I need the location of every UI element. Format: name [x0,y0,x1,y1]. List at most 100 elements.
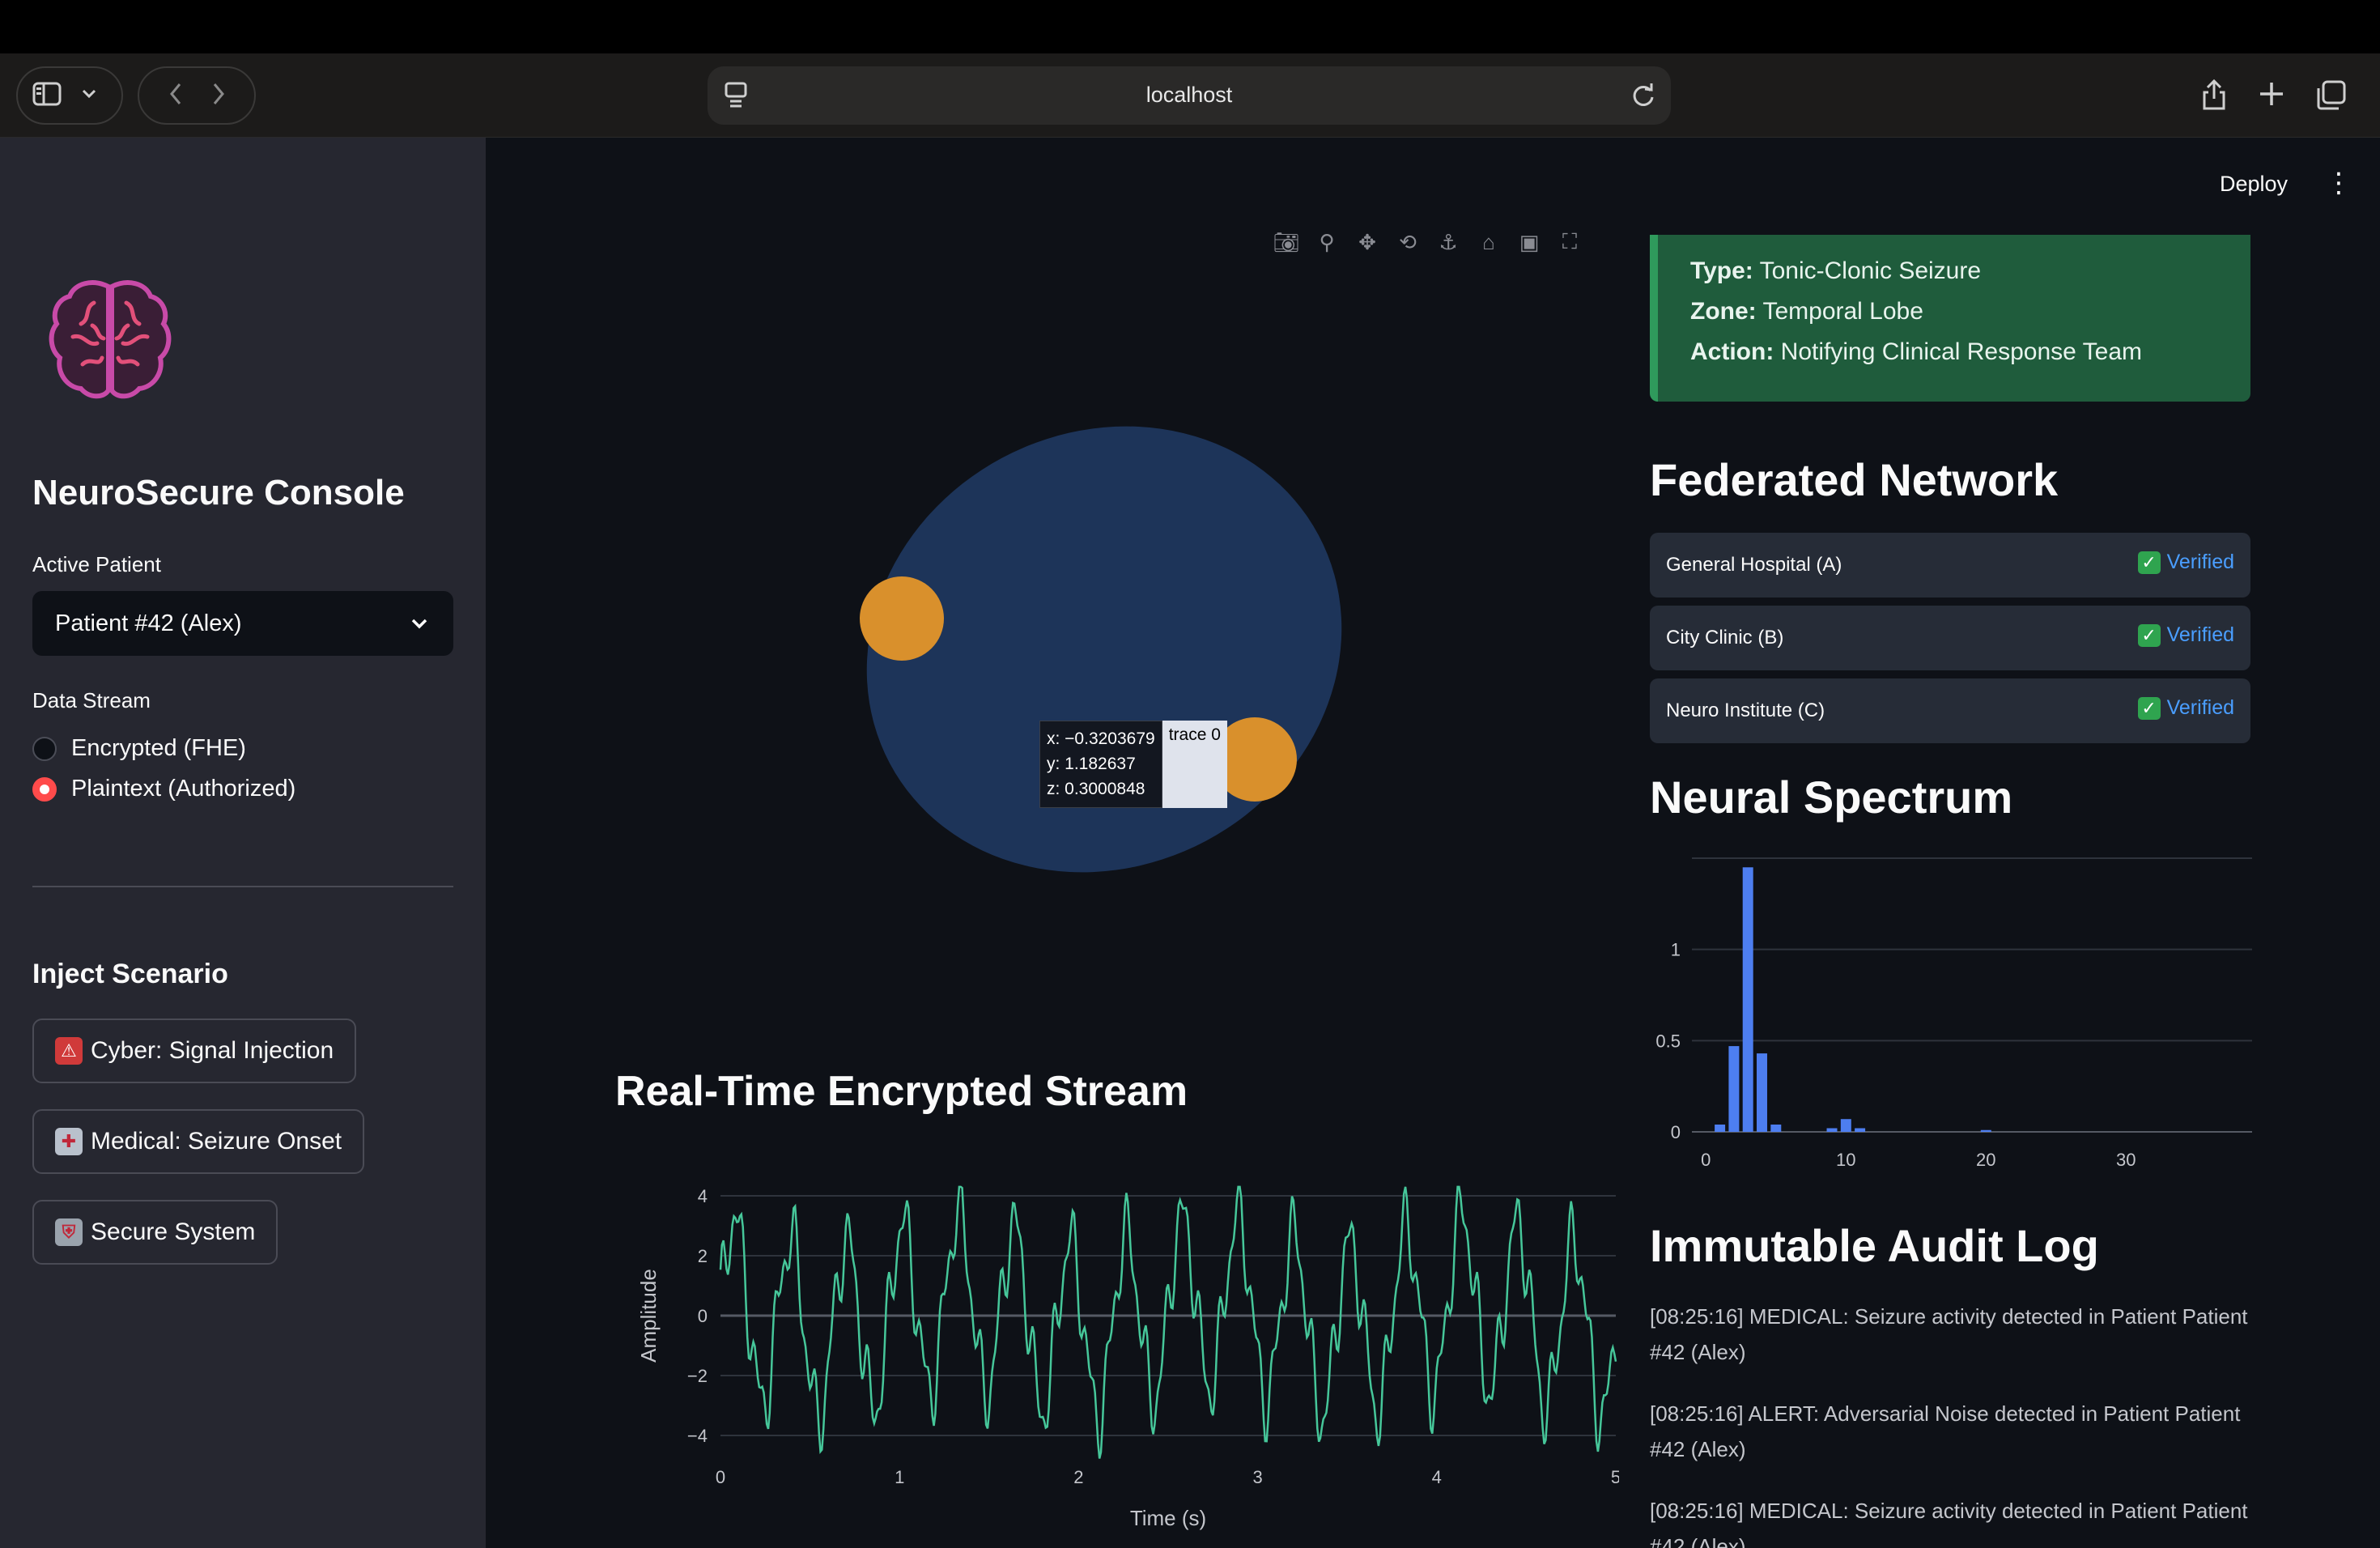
orbit-rotate-icon[interactable]: ⟲ [1394,228,1422,256]
forward-icon[interactable] [210,81,227,111]
radio-plaintext[interactable]: Plaintext (Authorized) [32,776,295,802]
alert-zone-row: Zone: Temporal Lobe [1690,298,1923,325]
radio-label: Encrypted (FHE) [71,735,246,761]
check-icon: ✓ [2137,551,2161,574]
network-title: Federated Network [1650,454,2059,505]
y-tick-label: 1 [1671,940,1681,960]
url-text[interactable]: localhost [708,83,1671,108]
x-tick-label: 5 [1611,1467,1619,1487]
x-tick-label: 2 [1073,1467,1083,1487]
spectrum-bar [1715,1124,1726,1132]
plot-tooltip: x: −0.3203679 y: 1.182637 z: 0.3000848 t… [1039,721,1227,808]
button-label: Secure System [91,1218,256,1245]
zoom-icon[interactable]: ⚲ [1313,228,1341,256]
neural-spectrum-chart[interactable]: 1 0.5 00 10 20 30 [1635,842,2267,1182]
brain-logo-icon [45,275,175,405]
electrode-marker[interactable] [860,576,944,661]
new-tab-icon[interactable] [2257,79,2286,113]
x-tick-label: 4 [1432,1467,1442,1487]
tab-overview-icon[interactable] [2315,79,2348,116]
button-label: Cyber: Signal Injection [91,1037,334,1064]
spectrum-bar [1742,867,1753,1132]
pan-icon[interactable]: ✥ [1354,228,1381,256]
tooltip-y: y: 1.182637 [1047,755,1136,773]
sidebar-divider [32,886,453,887]
secure-system-button[interactable]: ⛨ Secure System [32,1200,278,1265]
tooltip-z: z: 0.3000848 [1047,780,1145,798]
patient-select-value: Patient #42 (Alex) [55,610,242,636]
seizure-alert-box: Type: Tonic-Clonic Seizure Zone: Tempora… [1650,235,2250,402]
turntable-icon[interactable]: ⚓︎ [1434,228,1462,256]
spectrum-bar [1980,1129,1991,1132]
y-tick-label: 0.5 [1655,1031,1681,1051]
radio-dot-selected[interactable] [32,776,57,802]
y-tick-label: 4 [698,1186,708,1206]
brain-3d-plot[interactable] [810,405,1409,907]
reset-camera-icon[interactable]: ⌂ [1475,228,1502,256]
eeg-signal-line [719,1185,1617,1459]
node-status: ✓ Verified [2137,551,2234,574]
siren-icon: ⚠ [55,1037,83,1065]
patient-select[interactable]: Patient #42 (Alex) [32,591,453,656]
stream-title: Real-Time Encrypted Stream [615,1068,1188,1115]
spectrum-bar [1826,1128,1838,1132]
network-node-row: Neuro Institute (C) ✓ Verified [1650,678,2250,743]
button-label: Medical: Seizure Onset [91,1128,342,1155]
y-tick-label: −4 [687,1426,708,1446]
radio-encrypted[interactable]: Encrypted (FHE) [32,735,246,762]
cyber-signal-injection-button[interactable]: ⚠ Cyber: Signal Injection [32,1019,357,1083]
y-tick-label: 2 [698,1246,708,1266]
spectrum-title: Neural Spectrum [1650,772,2013,823]
camera-icon[interactable]: 📷︎ [1273,228,1300,256]
radio-label: Plaintext (Authorized) [71,776,296,802]
node-name: City Clinic (B) [1666,627,1784,649]
plot-modebar: 📷︎ ⚲ ✥ ⟲ ⚓︎ ⌂ ▣ ⛶ [1273,228,1583,256]
address-bar[interactable]: localhost [708,66,1671,125]
main-menu-icon[interactable]: ⋮ [2325,167,2352,199]
chevron-down-icon [410,607,429,646]
x-tick-label: 3 [1252,1467,1262,1487]
eeg-stream-chart[interactable]: 4 2 0 −2 −4 0 1 2 3 4 5 Time (s) Amplitude [615,1158,1619,1548]
spectrum-bar [1770,1124,1782,1132]
sidebar-toggle-group[interactable] [16,66,123,125]
x-tick-label: 0 [1701,1150,1711,1170]
deploy-button[interactable]: Deploy [2220,172,2288,197]
network-node-row: City Clinic (B) ✓ Verified [1650,606,2250,670]
check-icon: ✓ [2137,623,2161,647]
audit-log-entry: [08:25:16] ALERT: Adversarial Noise dete… [1650,1401,2241,1461]
share-icon[interactable] [2200,78,2228,116]
node-name: Neuro Institute (C) [1666,700,1825,721]
back-icon[interactable] [168,81,184,111]
node-status: ✓ Verified [2137,696,2234,720]
stream-label: Data Stream [32,688,151,712]
sidebar-title: NeuroSecure Console [32,473,405,512]
audit-log-entry: [08:25:16] MEDICAL: Seizure activity det… [1650,1499,2248,1548]
x-tick-label: 0 [716,1467,725,1487]
screen-top-bar [0,0,2380,53]
x-tick-label: 30 [2116,1150,2136,1170]
y-axis-label: Amplitude [636,1269,661,1363]
nav-button-group [138,66,256,125]
node-status: ✓ Verified [2137,623,2234,647]
radio-dot[interactable] [32,736,57,761]
chevron-down-icon[interactable] [81,88,97,104]
alert-action-row: Action: Notifying Clinical Response Team [1690,338,2142,365]
reload-icon[interactable] [1630,81,1656,113]
spectrum-bar [1840,1119,1851,1132]
hospital-icon: ✚ [55,1128,83,1155]
spectrum-bar [1728,1046,1740,1132]
sidebar-icon[interactable] [32,82,62,110]
audit-log-entry: [08:25:16] MEDICAL: Seizure activity det… [1650,1304,2248,1364]
inject-heading: Inject Scenario [32,959,228,989]
x-axis-label: Time (s) [1130,1506,1206,1530]
check-icon: ✓ [2137,696,2161,720]
medical-seizure-onset-button[interactable]: ✚ Medical: Seizure Onset [32,1109,365,1174]
network-node-row: General Hospital (A) ✓ Verified [1650,533,2250,598]
patient-label: Active Patient [32,552,161,576]
fullscreen-icon[interactable]: ⛶ [1556,228,1583,256]
x-tick-label: 1 [895,1467,904,1487]
y-tick-label: 0 [698,1306,708,1326]
x-tick-label: 20 [1976,1150,1995,1170]
audit-title: Immutable Audit Log [1650,1220,2099,1271]
video-camera-icon[interactable]: ▣ [1515,228,1543,256]
